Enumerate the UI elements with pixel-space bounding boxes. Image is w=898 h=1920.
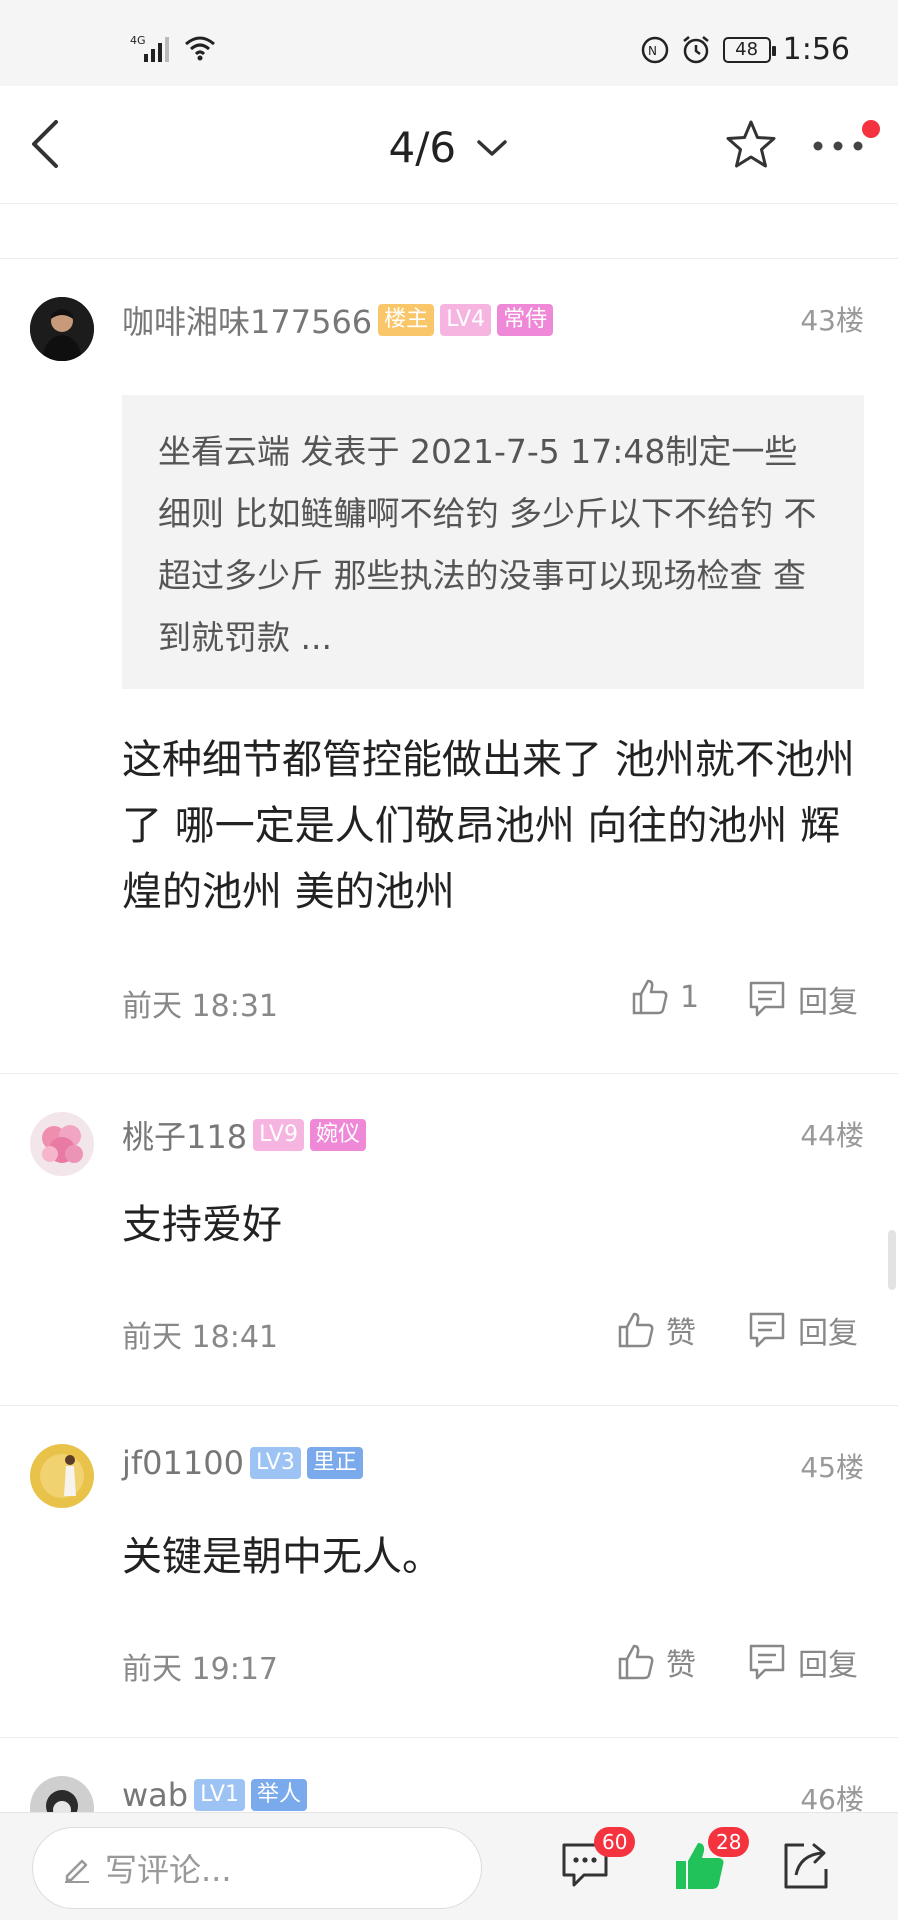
thumbs-up-icon xyxy=(618,1312,654,1348)
reply-label: 回复 xyxy=(798,985,858,1020)
comment-item: 桃子118 LV9 婉仪 44楼 支持爱好 前天 18:41 赞 回复 xyxy=(0,1074,898,1406)
share-button[interactable] xyxy=(778,1837,838,1897)
quoted-text[interactable]: 坐看云端 发表于 2021-7-5 17:48制定一些细则 比如鲢鳙啊不给钓 多… xyxy=(122,395,864,689)
post-time: 前天 19:17 xyxy=(122,1652,278,1687)
svg-text:N: N xyxy=(648,44,657,58)
thumbs-up-icon xyxy=(618,1644,654,1680)
reply-button[interactable]: 回复 xyxy=(746,1308,858,1352)
comment-text: 支持爱好 xyxy=(122,1202,282,1248)
like-button[interactable]: 1 xyxy=(630,977,699,1017)
nfc-icon: N xyxy=(641,36,668,63)
avatar[interactable] xyxy=(30,1112,94,1176)
like-label: 赞 xyxy=(666,1648,696,1683)
comment-item: jf01100 LV3 里正 45楼 关键是朝中无人。 前天 19:17 赞 回… xyxy=(0,1406,898,1738)
thumbs-up-icon xyxy=(632,979,668,1015)
comment-text: 关键是朝中无人。 xyxy=(122,1534,442,1580)
username[interactable]: 桃子118 xyxy=(122,1112,247,1158)
like-count-badge: 28 xyxy=(708,1827,750,1857)
svg-text:4G: 4G xyxy=(130,34,146,47)
reply-button[interactable]: 回复 xyxy=(746,1640,858,1684)
avatar-image xyxy=(30,1112,94,1176)
title-badge: 里正 xyxy=(306,1447,363,1479)
comment-bubble-icon xyxy=(749,1312,785,1348)
bottom-action-bar: 写评论... 60 28 xyxy=(0,1812,898,1920)
avatar-image xyxy=(30,1776,94,1812)
cellular-signal-icon: 4G xyxy=(130,34,169,62)
level-badge: LV3 xyxy=(249,1447,301,1479)
comment-input[interactable]: 写评论... xyxy=(32,1827,482,1909)
username[interactable]: 咖啡湘味177566 xyxy=(122,297,372,343)
like-count: 1 xyxy=(680,979,700,1015)
reply-label: 回复 xyxy=(798,1316,858,1351)
page-indicator: 4/6 xyxy=(388,123,457,172)
reply-button[interactable]: 回复 xyxy=(746,977,858,1021)
avatar-image xyxy=(30,1444,94,1508)
username[interactable]: jf01100 xyxy=(122,1444,244,1482)
like-label: 赞 xyxy=(666,1316,696,1351)
comment-placeholder: 写评论... xyxy=(105,1851,232,1889)
avatar-image xyxy=(30,297,94,361)
comments-button[interactable]: 60 xyxy=(558,1827,636,1897)
avatar[interactable] xyxy=(30,1444,94,1508)
floor-number: 44楼 xyxy=(800,1119,864,1152)
pencil-icon xyxy=(65,1859,89,1883)
comment-item: 咖啡湘味177566 楼主 LV4 常侍 43楼 坐看云端 发表于 2021-7… xyxy=(0,259,898,1074)
comment-item: wab LV1 举人 46楼 xyxy=(0,1738,898,1812)
like-button[interactable]: 28 xyxy=(672,1827,750,1897)
comment-bubble-icon xyxy=(749,981,785,1017)
top-nav-bar: 4/6 xyxy=(0,86,898,204)
status-bar: 4G N 48 1:56 xyxy=(0,0,898,86)
notification-dot xyxy=(862,120,880,138)
chevron-down-icon xyxy=(477,139,508,156)
comment-text: 这种细节都管控能做出来了 池州就不池州了 哪一定是人们敬昂池州 向往的池州 辉煌… xyxy=(122,737,855,915)
share-icon xyxy=(784,1843,828,1889)
clock-time: 1:56 xyxy=(782,32,850,67)
level-badge: LV1 xyxy=(194,1779,245,1811)
title-badge: 举人 xyxy=(250,1779,307,1811)
like-button[interactable]: 赞 xyxy=(616,1640,696,1684)
username[interactable]: wab xyxy=(122,1776,188,1812)
wifi-icon xyxy=(185,36,215,61)
avatar[interactable] xyxy=(30,1776,94,1812)
floor-number: 46楼 xyxy=(800,1783,864,1812)
avatar[interactable] xyxy=(30,297,94,361)
title-badge: 婉仪 xyxy=(309,1119,366,1151)
battery-indicator: 48 xyxy=(722,36,776,63)
level-badge: LV4 xyxy=(440,304,492,336)
favorite-star-icon[interactable] xyxy=(724,118,778,172)
like-button[interactable]: 赞 xyxy=(616,1308,696,1352)
post-time: 前天 18:31 xyxy=(122,989,278,1024)
author-badge: 楼主 xyxy=(378,304,435,336)
floor-number: 45楼 xyxy=(800,1451,864,1484)
floor-number: 43楼 xyxy=(800,304,864,337)
comment-count-badge: 60 xyxy=(594,1827,636,1857)
level-badge: LV9 xyxy=(253,1119,304,1151)
reply-label: 回复 xyxy=(798,1648,858,1683)
title-badge: 常侍 xyxy=(497,304,554,336)
alarm-icon xyxy=(682,35,709,63)
scrollbar-thumb[interactable] xyxy=(888,1230,896,1290)
post-time: 前天 18:41 xyxy=(122,1320,278,1355)
comment-bubble-icon xyxy=(749,1644,785,1680)
